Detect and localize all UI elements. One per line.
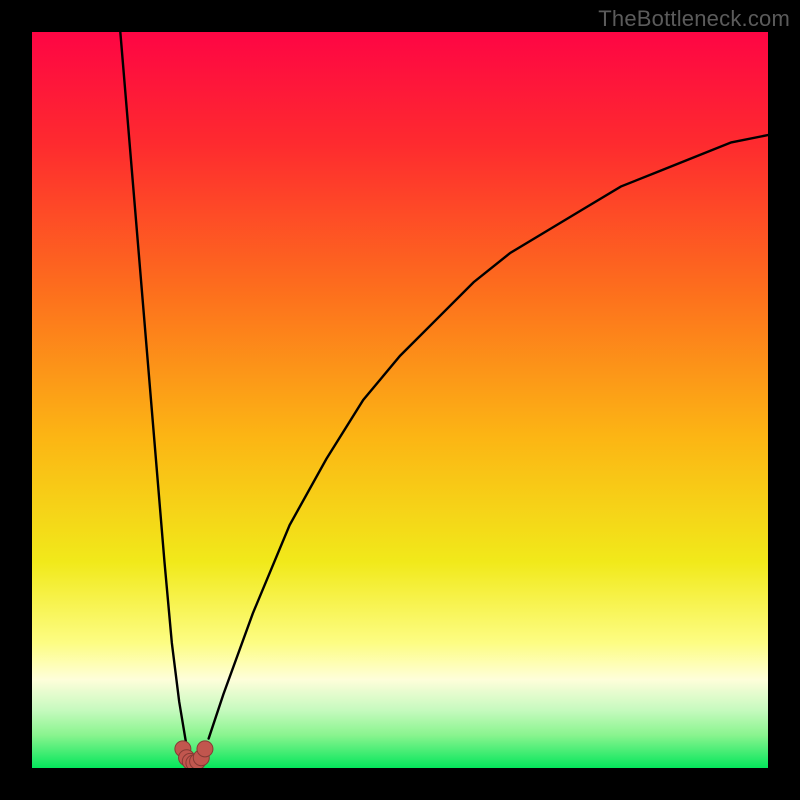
valley-marker [197, 741, 213, 757]
plot-background [32, 32, 768, 768]
bottleneck-chart [32, 32, 768, 768]
watermark-text: TheBottleneck.com [598, 6, 790, 32]
chart-frame: TheBottleneck.com [0, 0, 800, 800]
